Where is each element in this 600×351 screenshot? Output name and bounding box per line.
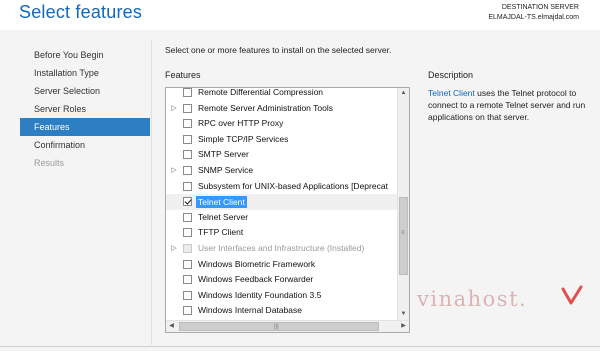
- feature-checkbox[interactable]: [183, 165, 192, 175]
- feature-label: Windows Biometric Framework: [198, 258, 316, 269]
- feature-checkbox[interactable]: [183, 197, 192, 207]
- features-list[interactable]: Remote Differential Compression ▷ Remote S…: [165, 87, 410, 333]
- feature-checkbox[interactable]: [183, 259, 192, 269]
- feature-checkbox[interactable]: [183, 306, 192, 316]
- feature-label: SMTP Server: [198, 149, 249, 160]
- feature-label: Windows Identity Foundation 3.5: [198, 289, 322, 300]
- feature-label: Windows Internal Database: [198, 305, 302, 316]
- feature-row[interactable]: Windows Biometric Framework: [166, 257, 398, 273]
- intro-text: Select one or more features to install o…: [165, 45, 392, 55]
- feature-checkbox[interactable]: [183, 181, 192, 191]
- nav-item-before-you-begin[interactable]: Before You Begin: [20, 46, 150, 64]
- feature-checkbox[interactable]: [183, 290, 192, 300]
- destination-label: DESTINATION SERVER: [501, 4, 579, 11]
- feature-row[interactable]: Windows Internal Database: [166, 303, 398, 319]
- wizard-window: Select features DESTINATION SERVER ELMAJ…: [0, 0, 600, 351]
- vertical-scroll-thumb[interactable]: ≡: [399, 197, 408, 275]
- bottom-border: [0, 346, 600, 351]
- nav-item-server-selection[interactable]: Server Selection: [20, 82, 150, 100]
- expand-arrow-icon[interactable]: ▷: [170, 241, 178, 257]
- nav-item-installation-type[interactable]: Installation Type: [20, 64, 150, 82]
- feature-row[interactable]: RPC over HTTP Proxy: [166, 116, 398, 132]
- scroll-down-icon[interactable]: ▼: [398, 309, 409, 320]
- feature-row[interactable]: Windows Feedback Forwarder: [166, 272, 398, 288]
- feature-checkbox[interactable]: [183, 212, 192, 222]
- feature-checkbox: [183, 243, 192, 253]
- feature-label: Windows Feedback Forwarder: [198, 274, 314, 285]
- feature-row[interactable]: Subsystem for UNIX-based Applications [D…: [166, 179, 398, 195]
- page-title: Select features: [19, 2, 143, 22]
- nav-divider: [151, 40, 152, 345]
- feature-row[interactable]: ▷ User Interfaces and Infrastructure (Ins…: [166, 241, 398, 257]
- feature-checkbox[interactable]: [183, 119, 192, 129]
- grip-icon: |||: [274, 324, 279, 330]
- nav-item-features[interactable]: Features: [20, 118, 150, 136]
- header: Select features DESTINATION SERVER ELMAJ…: [0, 0, 600, 30]
- feature-checkbox[interactable]: [183, 228, 192, 238]
- features-heading: Features: [165, 70, 201, 80]
- nav-item-server-roles[interactable]: Server Roles: [20, 100, 150, 118]
- feature-checkbox[interactable]: [183, 134, 192, 144]
- feature-row[interactable]: Telnet Server: [166, 210, 398, 226]
- feature-label: Remote Server Administration Tools: [198, 102, 333, 113]
- feature-row[interactable]: TFTP Client: [166, 225, 398, 241]
- destination-server-info: DESTINATION SERVER ELMAJDAL-TS.elmajdal.…: [488, 3, 579, 23]
- feature-label: Simple TCP/IP Services: [198, 133, 289, 144]
- watermark-logo-icon: [561, 285, 583, 305]
- vertical-scrollbar[interactable]: ▲ ≡ ▼: [397, 88, 409, 320]
- destination-server-name: ELMAJDAL-TS.elmajdal.com: [488, 14, 579, 21]
- wizard-nav: Before You Begin Installation Type Serve…: [20, 46, 150, 172]
- nav-item-results: Results: [34, 158, 65, 168]
- grip-icon: ≡: [401, 230, 405, 236]
- features-rows: Remote Differential Compression ▷ Remote S…: [166, 87, 398, 319]
- feature-row[interactable]: Windows Identity Foundation 3.5: [166, 288, 398, 304]
- feature-checkbox[interactable]: [183, 103, 192, 113]
- feature-row[interactable]: ▷ SNMP Service: [166, 163, 398, 179]
- feature-row[interactable]: Telnet Client: [166, 194, 398, 210]
- feature-label: Telnet Client: [196, 196, 247, 209]
- feature-row[interactable]: Simple TCP/IP Services: [166, 132, 398, 148]
- scroll-left-icon[interactable]: ◀: [166, 321, 177, 332]
- horizontal-scrollbar[interactable]: ◀ ||| ▶: [166, 320, 409, 332]
- feature-label: TFTP Client: [198, 227, 244, 238]
- feature-label: Remote Differential Compression: [198, 87, 324, 97]
- horizontal-scroll-thumb[interactable]: |||: [179, 322, 379, 331]
- feature-label: User Interfaces and Infrastructure (Inst…: [198, 242, 365, 253]
- feature-checkbox[interactable]: [183, 275, 192, 285]
- watermark-text: vinahost.: [417, 287, 528, 311]
- expand-arrow-icon[interactable]: ▷: [170, 163, 178, 179]
- feature-row[interactable]: Remote Differential Compression: [166, 87, 398, 101]
- feature-label: RPC over HTTP Proxy: [198, 118, 284, 129]
- expand-arrow-icon[interactable]: ▷: [170, 101, 178, 117]
- nav-item-confirmation[interactable]: Confirmation: [20, 136, 150, 154]
- feature-checkbox[interactable]: [183, 150, 192, 160]
- feature-row[interactable]: SMTP Server: [166, 147, 398, 163]
- feature-row[interactable]: ▷ Remote Server Administration Tools: [166, 101, 398, 117]
- description-heading: Description: [428, 70, 474, 80]
- scroll-right-icon[interactable]: ▶: [398, 321, 409, 332]
- feature-label: Telnet Server: [198, 211, 249, 222]
- feature-label: Subsystem for UNIX-based Applications [D…: [198, 180, 388, 191]
- description-text: Telnet Client uses the Telnet protocol t…: [428, 87, 588, 123]
- feature-checkbox[interactable]: [183, 88, 192, 97]
- scroll-up-icon[interactable]: ▲: [398, 88, 409, 99]
- feature-label: SNMP Service: [198, 164, 254, 175]
- description-link[interactable]: Telnet Client: [428, 88, 475, 98]
